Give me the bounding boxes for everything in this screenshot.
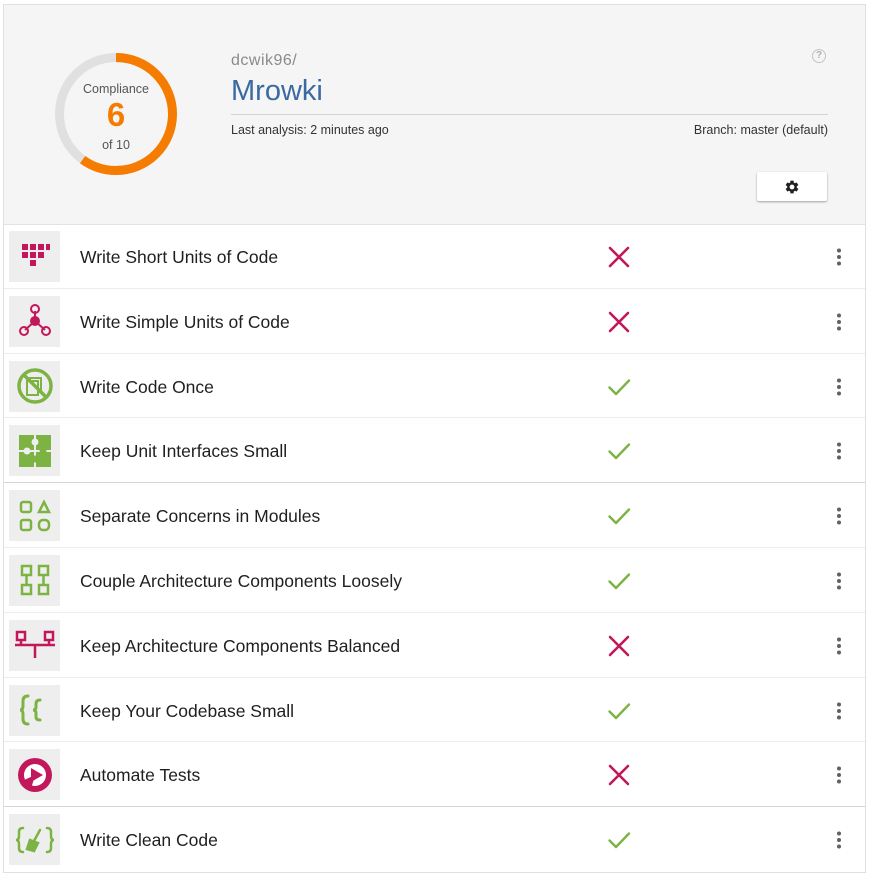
more-options-icon[interactable]	[829, 438, 849, 464]
repository-owner[interactable]: dcwik96/	[231, 52, 297, 70]
more-options-icon[interactable]	[829, 633, 849, 659]
settings-button[interactable]	[757, 172, 827, 201]
more-options-icon[interactable]	[829, 568, 849, 594]
short-units-icon	[9, 231, 60, 282]
guideline-row[interactable]: Keep Architecture Components Balanced	[4, 613, 865, 678]
guideline-row[interactable]: Keep Your Codebase Small	[4, 678, 865, 743]
guideline-label: Automate Tests	[80, 765, 201, 786]
check-icon	[607, 828, 631, 852]
cross-icon	[607, 310, 631, 334]
guideline-label: Keep Unit Interfaces Small	[80, 441, 288, 462]
guideline-label: Couple Architecture Components Loosely	[80, 570, 402, 591]
compliance-of: of 10	[102, 138, 130, 152]
branch-label: Branch: master (default)	[693, 123, 828, 137]
guideline-row[interactable]: Write Simple Units of Code	[4, 289, 865, 354]
check-icon	[607, 439, 631, 463]
play-icon	[9, 749, 60, 801]
repository-name[interactable]: Mrowki	[231, 75, 323, 108]
check-icon	[607, 375, 631, 399]
simple-units-icon	[9, 295, 60, 347]
repository-card: Compliance 6 of 10 dcwik96/ Mrowki Last …	[3, 4, 866, 873]
guideline-row[interactable]: Couple Architecture Components Loosely	[4, 548, 865, 613]
guideline-row[interactable]: Keep Unit Interfaces Small	[4, 418, 865, 484]
guideline-row[interactable]: Write Short Units of Code	[4, 224, 865, 289]
more-options-icon[interactable]	[829, 698, 849, 724]
check-icon	[607, 699, 631, 723]
braces-icon	[9, 684, 60, 736]
cross-icon	[607, 634, 631, 658]
guideline-label: Keep Your Codebase Small	[80, 700, 295, 721]
cross-icon	[607, 245, 631, 269]
more-options-icon[interactable]	[829, 309, 849, 335]
help-icon[interactable]: ?	[812, 49, 826, 63]
code-once-icon	[9, 360, 60, 412]
more-options-icon[interactable]	[829, 827, 849, 853]
check-icon	[607, 569, 631, 593]
guideline-row[interactable]: Write Code Once	[4, 354, 865, 419]
guideline-row[interactable]: Write Clean Code	[4, 807, 865, 872]
broom-braces-icon	[9, 814, 60, 866]
gear-icon	[785, 180, 799, 193]
more-options-icon[interactable]	[829, 762, 849, 788]
header-divider	[231, 114, 828, 115]
components-icon	[9, 554, 60, 606]
repository-header: Compliance 6 of 10 dcwik96/ Mrowki Last …	[4, 5, 865, 225]
guideline-label: Keep Architecture Components Balanced	[80, 635, 401, 656]
guideline-label: Write Clean Code	[80, 830, 218, 851]
more-options-icon[interactable]	[829, 244, 849, 270]
check-icon	[607, 504, 631, 528]
balance-icon	[9, 619, 60, 671]
guideline-list: Write Short Units of Code Write Simple Un…	[4, 224, 865, 872]
guideline-label: Write Code Once	[80, 376, 214, 397]
guideline-label: Write Short Units of Code	[80, 247, 279, 267]
guideline-row[interactable]: Automate Tests	[4, 742, 865, 808]
guideline-label: Write Simple Units of Code	[80, 311, 290, 332]
compliance-label: Compliance	[82, 82, 149, 96]
puzzle-icon	[9, 425, 60, 477]
more-options-icon[interactable]	[829, 374, 849, 400]
more-options-icon[interactable]	[829, 503, 849, 529]
last-analysis: Last analysis: 2 minutes ago	[231, 123, 389, 137]
modules-icon	[9, 490, 60, 542]
compliance-score: Compliance 6 of 10	[53, 51, 179, 177]
compliance-value: 6	[106, 96, 126, 133]
cross-icon	[607, 763, 631, 787]
guideline-row[interactable]: Separate Concerns in Modules	[4, 483, 865, 548]
guideline-label: Separate Concerns in Modules	[80, 506, 321, 527]
